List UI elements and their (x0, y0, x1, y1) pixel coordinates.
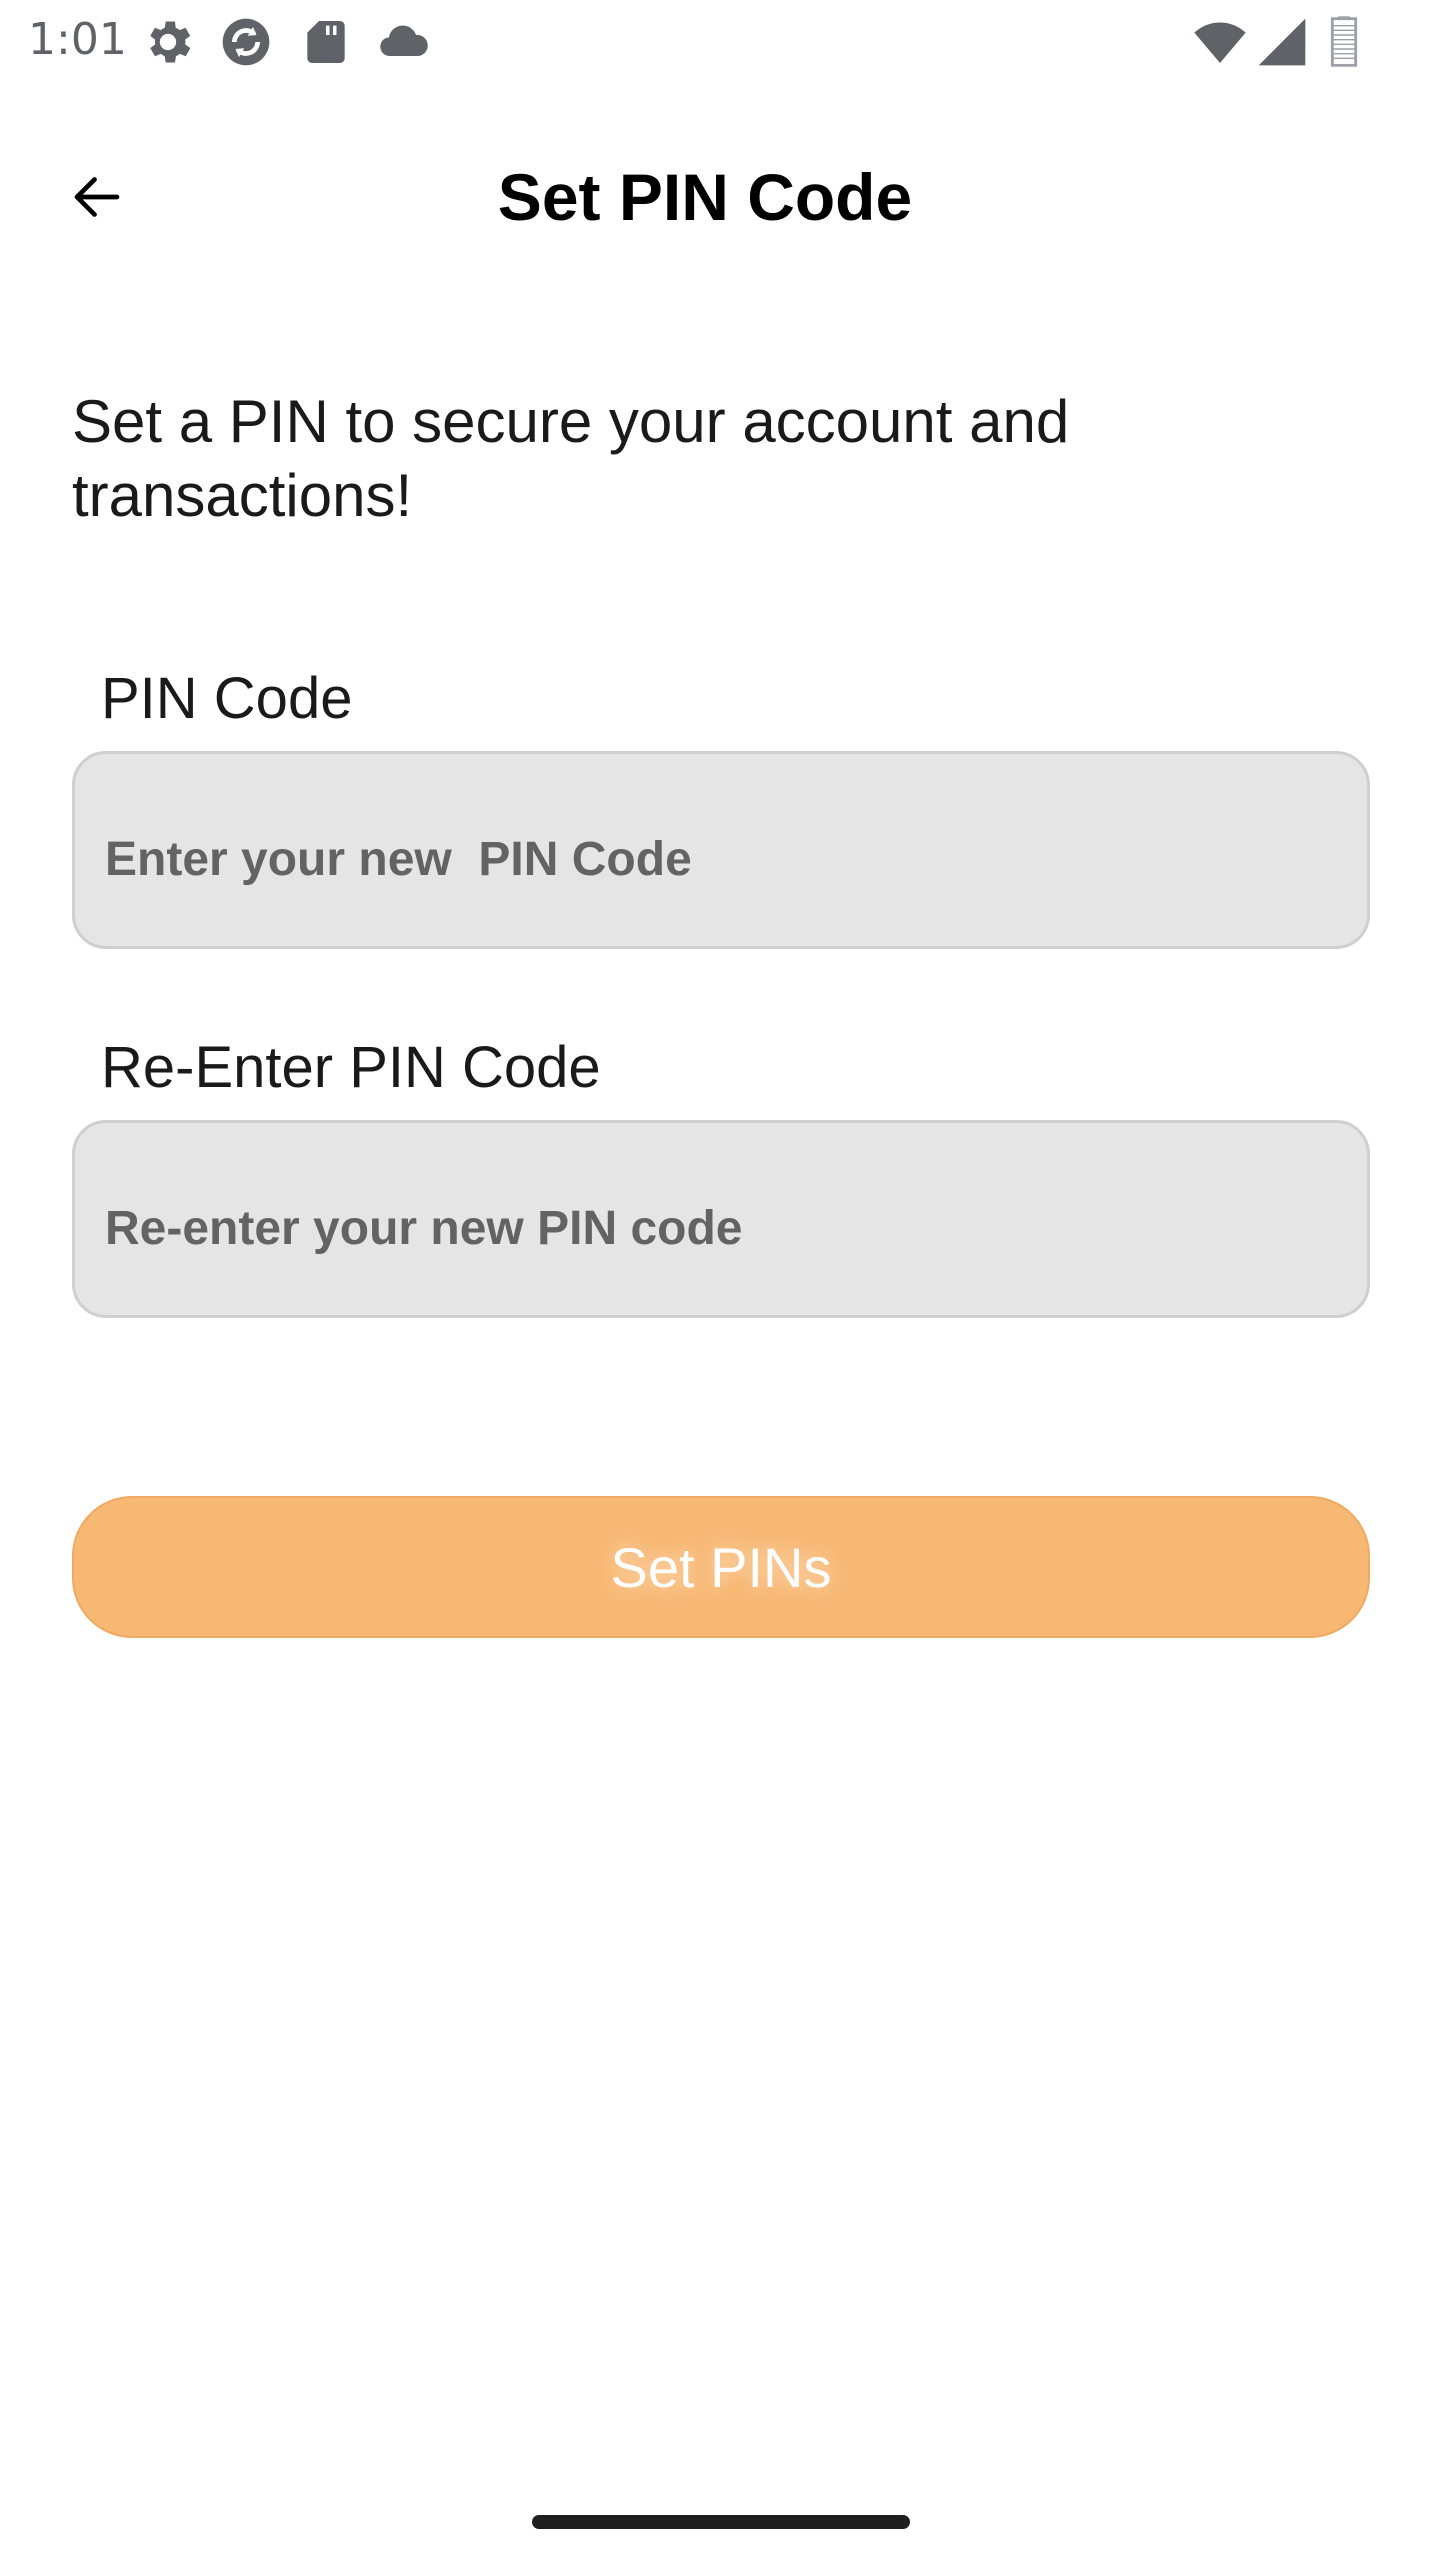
pin-code-field[interactable] (72, 751, 1370, 949)
cloud-icon (374, 14, 430, 70)
pin-code-label: PIN Code (101, 666, 353, 731)
wifi-icon (1192, 14, 1248, 70)
confirm-pin-code-label: Re-Enter PIN Code (101, 1035, 601, 1100)
home-indicator[interactable] (532, 2515, 910, 2529)
sync-icon (218, 14, 274, 70)
set-pins-button[interactable]: Set PINs (72, 1496, 1370, 1638)
set-pins-button-label: Set PINs (610, 1535, 832, 1599)
app-bar: Set PIN Code (0, 130, 1440, 260)
pin-code-input[interactable] (105, 754, 1335, 946)
confirm-pin-code-field[interactable] (72, 1120, 1370, 1318)
sd-card-icon (298, 14, 354, 70)
status-time: 1:01 (28, 14, 127, 65)
cellular-signal-icon (1254, 14, 1310, 70)
settings-gear-icon (140, 14, 196, 70)
battery-icon (1316, 14, 1372, 70)
page-title: Set PIN Code (497, 160, 913, 234)
status-bar: 1:01 (0, 0, 1440, 84)
confirm-pin-code-input[interactable] (105, 1123, 1335, 1315)
intro-text: Set a PIN to secure your account and tra… (72, 388, 1070, 529)
